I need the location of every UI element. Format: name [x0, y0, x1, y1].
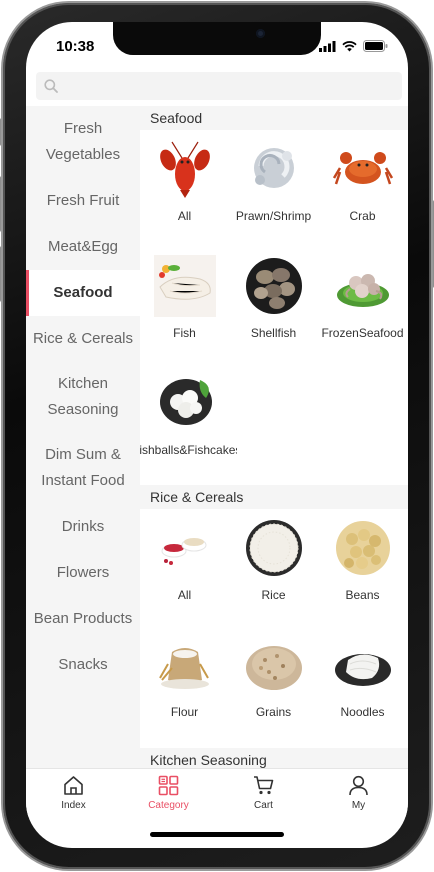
signal-icon: [319, 41, 336, 52]
camera-icon: [256, 29, 265, 38]
shrimp-icon: [254, 148, 294, 188]
grid-icon: [158, 775, 179, 796]
phone-frame: 10:38 Fresh Vegetables Fresh Fruit Meat&…: [0, 0, 434, 872]
category-item-prawn-shrimp[interactable]: Prawn/Shrimp: [229, 130, 318, 236]
sidebar-item-rice-cereals[interactable]: Rice & Cereals: [26, 316, 140, 362]
clams-icon: [246, 258, 302, 314]
category-item-label: Fishballs&Fishcakes: [140, 443, 237, 457]
section-header-seafood: Seafood: [140, 106, 408, 130]
section-header-kitchen-seasoning: Kitchen Seasoning: [140, 748, 408, 768]
home-icon: [64, 776, 83, 795]
sidebar-item-drinks[interactable]: Drinks: [26, 504, 140, 550]
category-item-crab[interactable]: Crab: [318, 130, 407, 236]
section-header-rice-cereals: Rice & Cereals: [140, 485, 408, 509]
category-item-fishballs-fishcakes[interactable]: Fishballs&Fishcakes: [140, 364, 237, 470]
tab-index[interactable]: Index: [26, 769, 121, 817]
sidebar-item-snacks[interactable]: Snacks: [26, 642, 140, 688]
soybeans-icon: [336, 521, 390, 575]
notch: [113, 22, 321, 55]
category-content: Seafood All Prawn/Shrimp Crab Fish Shell…: [140, 106, 408, 768]
category-item-rice[interactable]: Rice: [229, 509, 318, 615]
category-item-beans[interactable]: Beans: [318, 509, 407, 615]
search-icon: [44, 79, 58, 93]
status-icons: [319, 40, 388, 52]
wifi-icon: [342, 41, 357, 52]
noodles-icon: [335, 654, 391, 686]
category-item-frozen-seafood[interactable]: FrozenSeafood: [318, 247, 407, 353]
category-item-noodles[interactable]: Noodles: [318, 626, 407, 732]
rice-plate-icon: [246, 520, 302, 576]
category-item-label: Crab: [349, 209, 376, 223]
screen: 10:38 Fresh Vegetables Fresh Fruit Meat&…: [26, 22, 408, 848]
search-bar[interactable]: [36, 72, 402, 100]
sidebar-item-flowers[interactable]: Flowers: [26, 550, 140, 596]
cart-icon: [254, 776, 274, 795]
category-item-shellfish[interactable]: Shellfish: [229, 247, 318, 353]
fish-fillet-icon: [154, 255, 216, 317]
sidebar-item-dim-sum[interactable]: Dim Sum & Instant Food: [26, 432, 140, 504]
category-item-grains[interactable]: Grains: [229, 626, 318, 732]
tab-my[interactable]: My: [311, 769, 406, 817]
bottom-tab-bar: Index Category Cart My: [26, 768, 408, 817]
category-item-label: Beans: [345, 588, 380, 602]
user-icon: [349, 775, 368, 796]
category-item-fish[interactable]: Fish: [140, 247, 229, 353]
category-item-seafood-all[interactable]: All: [140, 130, 229, 236]
tab-cart[interactable]: Cart: [216, 769, 311, 817]
category-item-label: Noodles: [340, 705, 385, 719]
home-indicator[interactable]: [150, 832, 284, 837]
grains-pile-icon: [246, 646, 302, 690]
sidebar-item-bean-products[interactable]: Bean Products: [26, 596, 140, 642]
sidebar-item-seafood[interactable]: Seafood: [26, 270, 140, 316]
sidebar-item-fresh-vegetables[interactable]: Fresh Vegetables: [26, 106, 140, 178]
category-item-flour[interactable]: Flour: [140, 626, 229, 732]
sidebar-item-meat-egg[interactable]: Meat&Egg: [26, 224, 140, 270]
grains-bowls-icon: [161, 538, 207, 565]
octopus-icon: [337, 274, 389, 307]
flour-sack-icon: [159, 648, 209, 689]
sidebar-item-kitchen-seasoning[interactable]: Kitchen Seasoning: [26, 362, 140, 432]
category-item-label: FrozenSeafood: [321, 326, 404, 340]
sidebar-item-fresh-fruit[interactable]: Fresh Fruit: [26, 178, 140, 224]
category-item-cereals-all[interactable]: All: [140, 509, 229, 615]
crab-icon: [332, 152, 394, 185]
fishballs-icon: [160, 379, 212, 425]
lobster-icon: [160, 141, 210, 198]
battery-icon: [363, 40, 388, 52]
tab-category[interactable]: Category: [121, 769, 216, 817]
status-time: 10:38: [56, 38, 95, 55]
category-sidebar: Fresh Vegetables Fresh Fruit Meat&Egg Se…: [26, 106, 140, 768]
